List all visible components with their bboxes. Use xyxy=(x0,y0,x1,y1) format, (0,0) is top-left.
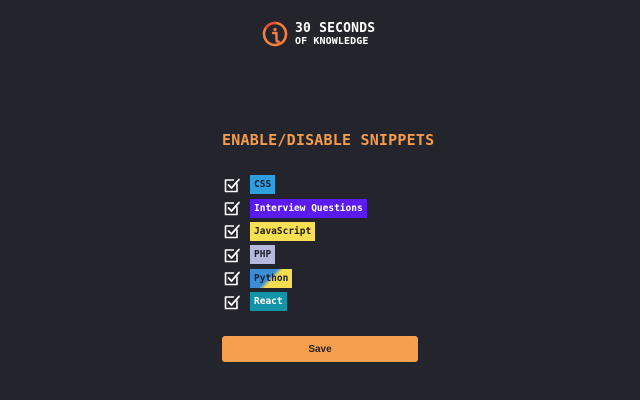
snippet-row-react[interactable]: React xyxy=(222,290,367,313)
snippet-row-javascript[interactable]: JavaScript xyxy=(222,220,367,243)
snippet-list: CSS Interview Questions JavaScript PHP P… xyxy=(222,173,367,313)
logo-title-line-1: 30 SECONDS xyxy=(295,20,376,36)
checkbox-checked-icon[interactable] xyxy=(222,221,242,241)
snippet-row-python[interactable]: Python xyxy=(222,267,367,290)
snippet-tag-css: CSS xyxy=(250,175,276,195)
snippet-tag-react: React xyxy=(250,292,287,312)
checkbox-checked-icon[interactable] xyxy=(222,268,242,288)
snippet-row-interview-questions[interactable]: Interview Questions xyxy=(222,196,367,219)
30-seconds-logo-icon xyxy=(262,21,288,47)
checkbox-checked-icon[interactable] xyxy=(222,245,242,265)
checkbox-checked-icon[interactable] xyxy=(222,292,242,312)
site-logo: 30 SECONDS OF KNOWLEDGE xyxy=(261,19,375,49)
logo-wordmark: 30 SECONDS OF KNOWLEDGE xyxy=(295,22,375,47)
snippet-tag-python: Python xyxy=(250,268,293,288)
logo-title-line-2: OF KNOWLEDGE xyxy=(295,35,369,47)
snippet-tag-interview-questions: Interview Questions xyxy=(250,198,367,218)
snippet-tag-php: PHP xyxy=(250,245,276,265)
save-button[interactable]: Save xyxy=(222,336,418,362)
checkbox-checked-icon[interactable] xyxy=(222,175,242,195)
snippet-row-css[interactable]: CSS xyxy=(222,173,367,196)
snippet-row-php[interactable]: PHP xyxy=(222,243,367,266)
checkbox-checked-icon[interactable] xyxy=(222,198,242,218)
snippet-tag-javascript: JavaScript xyxy=(250,221,316,241)
page-heading: ENABLE/DISABLE SNIPPETS xyxy=(222,131,435,149)
